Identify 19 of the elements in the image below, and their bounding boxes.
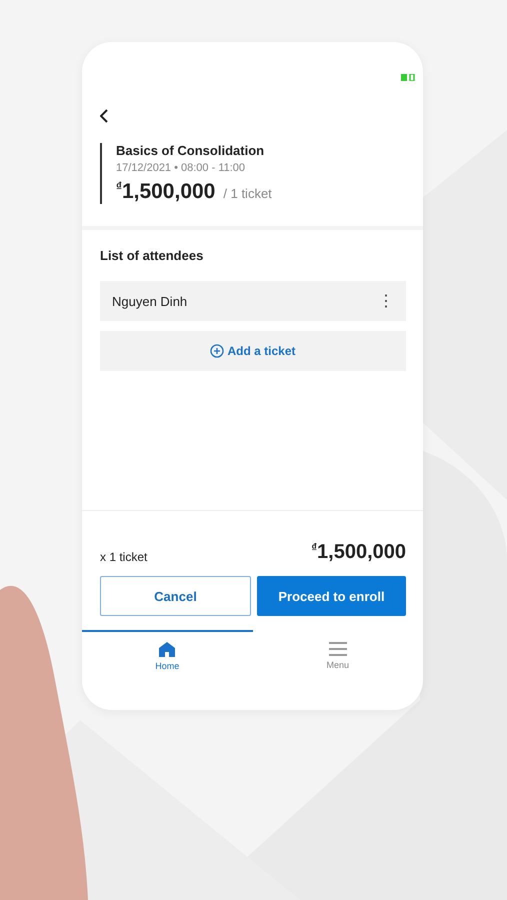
section-heading: List of attendees — [100, 248, 204, 263]
attendee-name: Nguyen Dinh — [112, 294, 188, 308]
price-unit: / 1 ticket — [223, 186, 272, 201]
menu-icon — [328, 642, 347, 656]
cancel-button[interactable]: Cancel — [100, 576, 251, 616]
event-schedule: 17/12/2021 • 08:00 - 11:00 — [116, 162, 246, 174]
plus-circle-icon — [210, 344, 224, 358]
nav-tab[interactable]: Home — [82, 630, 252, 678]
back-icon[interactable] — [100, 109, 109, 123]
add-ticket-button[interactable]: Add a ticket — [100, 331, 406, 371]
enroll-button[interactable]: Proceed to enroll — [257, 576, 406, 616]
ticket-price: $^{₫}$1,500,000 — [116, 180, 216, 204]
total-price: $^{₫}$1,500,000 — [311, 541, 406, 564]
event-title: Basics of Consolidation — [116, 143, 266, 158]
ticket-quantity: x 1 ticket — [100, 550, 148, 564]
battery-icon — [401, 74, 415, 81]
more-icon[interactable]: ⋮ — [378, 291, 394, 311]
attendee-row[interactable]: Nguyen Dinh ⋮ — [100, 281, 406, 321]
home-icon — [159, 642, 176, 657]
